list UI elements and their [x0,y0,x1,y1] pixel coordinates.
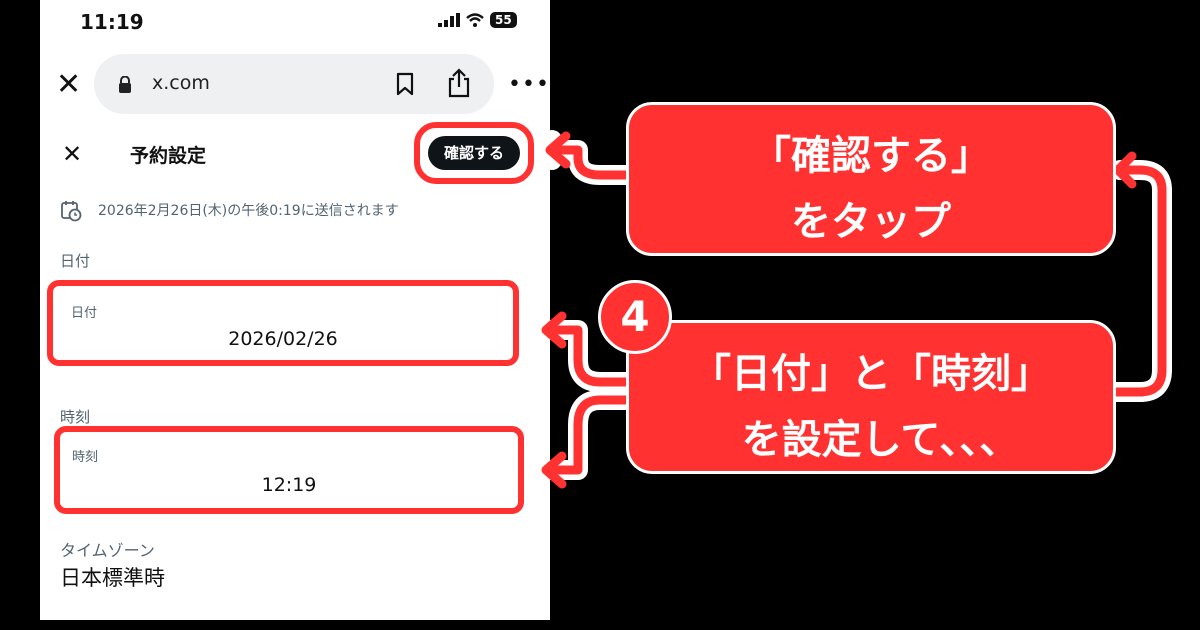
callout-set-date-time: 「日付」と「時刻」 を設定して､､､ [626,320,1116,474]
callout-tap-confirm: 「確認する」 をタップ [626,102,1116,256]
callout-bottom-line2: を設定して､､､ [741,417,1001,463]
step-number-badge: 4 [598,280,672,354]
callout-top-line2: をタップ [791,199,951,245]
callout-bottom-line1: 「日付」と「時刻」 [691,351,1051,397]
callout-top-line1: 「確認する」 [751,133,991,179]
